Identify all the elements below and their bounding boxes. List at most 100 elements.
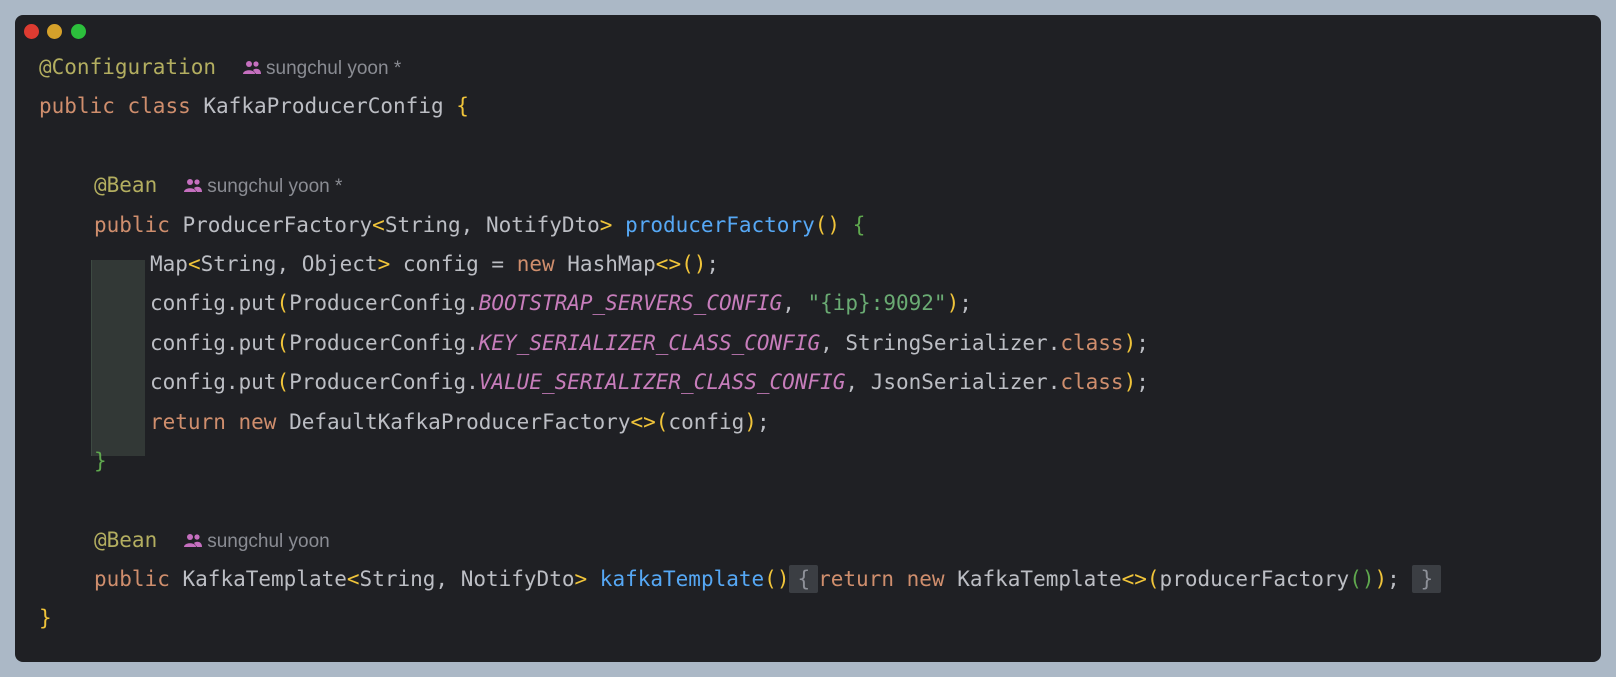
method-name: kafkaTemplate [599, 567, 765, 592]
brace: } [94, 448, 107, 473]
type: HashMap [554, 251, 656, 276]
keyword: return [150, 409, 226, 434]
paren-open: ( [1146, 567, 1160, 592]
generic-close: > [574, 567, 588, 592]
class-name: KafkaProducerConfig [203, 94, 444, 119]
paren-close: ) [1374, 567, 1388, 592]
paren-open: ( [276, 330, 290, 355]
keyword: class [1060, 370, 1124, 395]
zoom-window-button[interactable] [71, 24, 86, 39]
parens: () [1349, 567, 1375, 592]
paren-open: ( [276, 291, 290, 316]
author-hint[interactable]: sungchul yoon * [183, 176, 342, 197]
parens: () [681, 251, 707, 276]
author-hint[interactable]: sungchul yoon [183, 531, 330, 552]
paren-open: ( [276, 370, 290, 395]
return-type: ProducerFactory [182, 212, 373, 237]
call: config.put [150, 330, 277, 355]
minimize-window-button[interactable] [47, 24, 62, 39]
bean-annotation: @Bean [94, 173, 158, 198]
generic-args: String, Object [200, 251, 378, 276]
class-ref: ProducerConfig. [289, 291, 479, 316]
diamond: <> [655, 251, 682, 276]
paren-close: ) [744, 409, 757, 434]
brace: } [39, 606, 52, 631]
editor-window: @Configuration sungchul yoon * public cla… [15, 15, 1601, 662]
close-window-button[interactable] [24, 24, 39, 39]
call: config.put [150, 370, 277, 395]
constant: BOOTSTRAP_SERVERS_CONFIG [478, 291, 783, 316]
configuration-annotation: @Configuration [39, 55, 217, 79]
paren-close: ) [946, 291, 960, 316]
author-hint-label: sungchul yoon [207, 530, 330, 552]
keyword: new [906, 567, 945, 592]
code-editor[interactable]: @Configuration sungchul yoon * public cla… [39, 48, 1442, 639]
keyword: new [238, 409, 277, 434]
fold-close-marker[interactable]: } [1412, 565, 1442, 594]
parens: () [814, 212, 841, 237]
keyword: public [39, 94, 115, 119]
code-line-annotation: @Configuration sungchul yoon * [39, 48, 1441, 87]
argument: producerFactory [1159, 567, 1350, 592]
class-ref: ProducerConfig. [289, 370, 479, 395]
diamond: <> [1121, 567, 1147, 592]
code-line-return: return new DefaultKafkaProducerFactory<>… [39, 403, 1441, 442]
code-line-annotation: @Bean sungchul yoon [39, 521, 1441, 560]
string-literal: "{ip}:9092" [807, 291, 947, 316]
argument: , StringSerializer. [820, 330, 1061, 355]
code-line-method-signature: public ProducerFactory<String, NotifyDto… [39, 206, 1441, 245]
people-icon [184, 179, 203, 193]
people-icon [184, 533, 203, 547]
code-line-close: } [39, 599, 1441, 638]
call: config.put [150, 291, 277, 316]
comma: , [782, 291, 808, 316]
keyword: class [127, 94, 191, 119]
generic-close: > [599, 212, 613, 237]
generic-close: > [377, 251, 391, 276]
generic-open: < [187, 251, 201, 276]
argument: config [668, 409, 745, 434]
diamond: <> [630, 409, 656, 434]
type: DefaultKafkaProducerFactory [276, 409, 631, 434]
generic-args: String, NotifyDto [384, 212, 600, 237]
declaration: config = [390, 251, 517, 276]
fold-open-marker[interactable]: { [789, 565, 819, 594]
method-name: producerFactory [625, 212, 815, 237]
return-type: KafkaTemplate [182, 567, 347, 592]
keyword: return [818, 567, 894, 592]
parens: () [764, 567, 790, 592]
constant: VALUE_SERIALIZER_CLASS_CONFIG [478, 370, 846, 395]
people-icon [243, 61, 262, 74]
code-line-statement: config.put(ProducerConfig.BOOTSTRAP_SERV… [39, 284, 1441, 323]
semicolon: ; [1136, 330, 1149, 355]
paren-close: ) [1123, 370, 1137, 395]
keyword: public [94, 212, 170, 237]
semicolon: ; [706, 251, 720, 276]
bean-annotation: @Bean [94, 527, 158, 552]
keyword: class [1060, 330, 1124, 355]
semicolon: ; [756, 409, 770, 434]
argument: , JsonSerializer. [845, 370, 1061, 395]
type: KafkaTemplate [944, 567, 1122, 592]
code-line-statement: config.put(ProducerConfig.KEY_SERIALIZER… [39, 324, 1441, 363]
brace: { [852, 212, 866, 237]
constant: KEY_SERIALIZER_CLASS_CONFIG [478, 330, 821, 355]
author-hint-label: sungchul yoon * [266, 58, 402, 79]
code-line-close: } [39, 442, 1441, 481]
code-line-statement: Map<String, Object> config = new HashMap… [39, 245, 1441, 284]
brace: { [456, 94, 469, 119]
semicolon: ; [1136, 370, 1149, 395]
author-hint-label: sungchul yoon * [207, 176, 343, 198]
semicolon: ; [959, 291, 972, 316]
semicolon: ; [1387, 567, 1400, 592]
paren-close: ) [1123, 330, 1137, 355]
code-line-method-signature: public KafkaTemplate<String, NotifyDto> … [39, 560, 1442, 599]
author-hint[interactable]: sungchul yoon * [242, 58, 401, 79]
generic-open: < [372, 212, 385, 237]
code-line-class-declaration: public class KafkaProducerConfig { [39, 87, 1441, 126]
paren-open: ( [655, 409, 669, 434]
code-line-annotation: @Bean sungchul yoon * [39, 166, 1441, 205]
generic-args: String, NotifyDto [359, 567, 575, 592]
